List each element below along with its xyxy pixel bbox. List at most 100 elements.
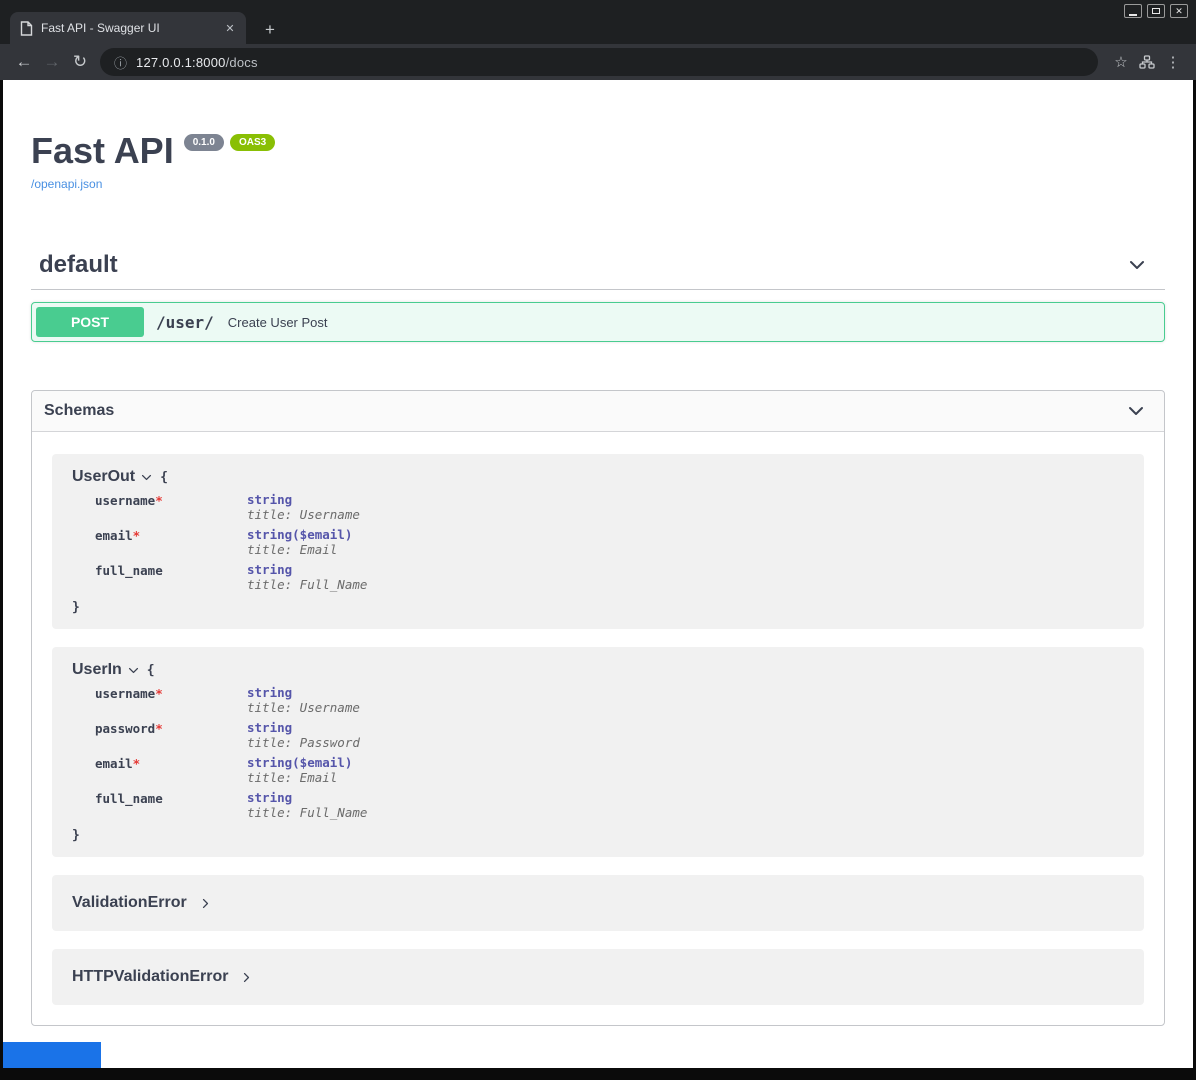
model-httpvalidationerror[interactable]: HTTPValidationError: [52, 949, 1144, 1005]
model-userout-toggle[interactable]: UserOut {: [72, 468, 1124, 486]
api-title-row: Fast API 0.1.0 OAS3: [31, 130, 1165, 172]
chevron-down-icon[interactable]: [1127, 255, 1147, 275]
open-brace: {: [147, 663, 155, 678]
property-row: username* string title: Username: [72, 685, 1124, 719]
minimize-icon: [1129, 14, 1137, 16]
property-format: ($email): [292, 755, 352, 770]
url-text: 127.0.0.1:8000/docs: [136, 55, 258, 70]
oas3-badge: OAS3: [230, 134, 275, 151]
model-title: UserIn: [72, 661, 122, 679]
property-title: title: Email: [247, 770, 1124, 785]
http-method-badge: POST: [36, 307, 144, 337]
opblock-post-user: POST /user/ Create User Post: [31, 302, 1165, 342]
close-brace: }: [72, 828, 1124, 843]
property-value: string title: Username: [247, 492, 1124, 526]
browser-tab[interactable]: Fast API - Swagger UI ✕: [10, 12, 246, 44]
property-title: title: Username: [247, 700, 1124, 715]
property-value: string($email) title: Email: [247, 755, 1124, 789]
close-icon: ✕: [1175, 7, 1183, 16]
tag-section-default[interactable]: default: [31, 245, 1165, 290]
window-controls: ✕: [1124, 4, 1188, 18]
close-button[interactable]: ✕: [1170, 4, 1188, 18]
property-value: string title: Full_Name: [247, 790, 1124, 824]
chevron-down-icon: [140, 471, 153, 484]
property-row: password* string title: Password: [72, 720, 1124, 754]
forward-button[interactable]: →: [38, 48, 66, 76]
window-bottom-edge: [0, 1068, 1196, 1080]
property-title: title: Full_Name: [247, 805, 1124, 820]
new-tab-button[interactable]: +: [258, 18, 282, 42]
url-path: /docs: [226, 55, 258, 70]
extensions-icon[interactable]: [1134, 49, 1160, 75]
model-validationerror[interactable]: ValidationError: [52, 875, 1144, 931]
required-star: *: [133, 528, 141, 543]
status-bubble: [3, 1042, 101, 1068]
opblock-summary[interactable]: POST /user/ Create User Post: [32, 303, 1164, 341]
chevron-down-icon[interactable]: [1126, 401, 1146, 421]
schemas-section: Schemas UserOut { username*: [31, 390, 1165, 1026]
property-name: password*: [72, 720, 247, 754]
property-title: title: Full_Name: [247, 577, 1124, 592]
schemas-body: UserOut { username* string title: Userna…: [32, 432, 1164, 1025]
maximize-button[interactable]: [1147, 4, 1165, 18]
property-format: ($email): [292, 527, 352, 542]
property-name: full_name: [72, 790, 247, 824]
model-title: HTTPValidationError: [72, 968, 228, 986]
address-bar[interactable]: ⓘ 127.0.0.1:8000/docs: [100, 48, 1098, 76]
tab-close-icon[interactable]: ✕: [222, 20, 238, 36]
minimize-button[interactable]: [1124, 4, 1142, 18]
property-type: string: [247, 492, 292, 507]
property-type: string: [247, 720, 292, 735]
browser-toolbar: ← → ↻ ⓘ 127.0.0.1:8000/docs ☆ ⋮: [0, 44, 1196, 80]
tag-name: default: [39, 251, 118, 279]
chevron-down-icon: [127, 664, 140, 677]
property-row: full_name string title: Full_Name: [72, 790, 1124, 824]
required-star: *: [155, 686, 163, 701]
endpoint-path: /user/: [156, 313, 214, 332]
property-name: email*: [72, 527, 247, 561]
property-title: title: Username: [247, 507, 1124, 522]
window-titlebar[interactable]: Fast API - Swagger UI ✕ + ✕: [0, 0, 1196, 44]
browser-menu-icon[interactable]: ⋮: [1160, 49, 1186, 75]
maximize-icon: [1152, 8, 1160, 14]
page-info-icon[interactable]: ⓘ: [114, 53, 127, 72]
property-row: email* string($email) title: Email: [72, 527, 1124, 561]
model-properties: username* string title: Username email* …: [72, 492, 1124, 596]
property-type: string: [247, 685, 292, 700]
page-title: Fast API: [31, 130, 174, 172]
property-value: string title: Full_Name: [247, 562, 1124, 596]
page-content: Fast API 0.1.0 OAS3 /openapi.json defaul…: [0, 80, 1196, 1068]
schemas-header[interactable]: Schemas: [32, 391, 1164, 432]
tab-title: Fast API - Swagger UI: [41, 21, 222, 35]
version-badge: 0.1.0: [184, 134, 224, 151]
property-type: string: [247, 527, 292, 542]
openapi-spec-link[interactable]: /openapi.json: [31, 177, 102, 191]
property-name: username*: [72, 685, 247, 719]
api-info: Fast API 0.1.0 OAS3 /openapi.json: [31, 80, 1165, 193]
property-title: title: Password: [247, 735, 1124, 750]
required-star: *: [155, 721, 163, 736]
chevron-right-icon: [199, 897, 212, 910]
property-name: full_name: [72, 562, 247, 596]
browser-window: Fast API - Swagger UI ✕ + ✕ ← → ↻ ⓘ 127.…: [0, 0, 1196, 1080]
property-title: title: Email: [247, 542, 1124, 557]
bookmark-star-icon[interactable]: ☆: [1108, 49, 1134, 75]
reload-button[interactable]: ↻: [66, 48, 94, 76]
property-name: username*: [72, 492, 247, 526]
property-type: string: [247, 790, 292, 805]
model-userout: UserOut { username* string title: Userna…: [52, 454, 1144, 629]
property-row: email* string($email) title: Email: [72, 755, 1124, 789]
close-brace: }: [72, 600, 1124, 615]
endpoint-summary: Create User Post: [228, 315, 328, 330]
property-name: email*: [72, 755, 247, 789]
required-star: *: [133, 756, 141, 771]
model-title: UserOut: [72, 468, 135, 486]
back-button[interactable]: ←: [10, 48, 38, 76]
url-host: 127.0.0.1:8000: [136, 55, 226, 70]
page-favicon-icon: [20, 21, 33, 36]
model-title: ValidationError: [72, 894, 187, 912]
property-value: string title: Username: [247, 685, 1124, 719]
required-star: *: [155, 493, 163, 508]
model-userin: UserIn { username* string title: Usernam…: [52, 647, 1144, 857]
model-userin-toggle[interactable]: UserIn {: [72, 661, 1124, 679]
